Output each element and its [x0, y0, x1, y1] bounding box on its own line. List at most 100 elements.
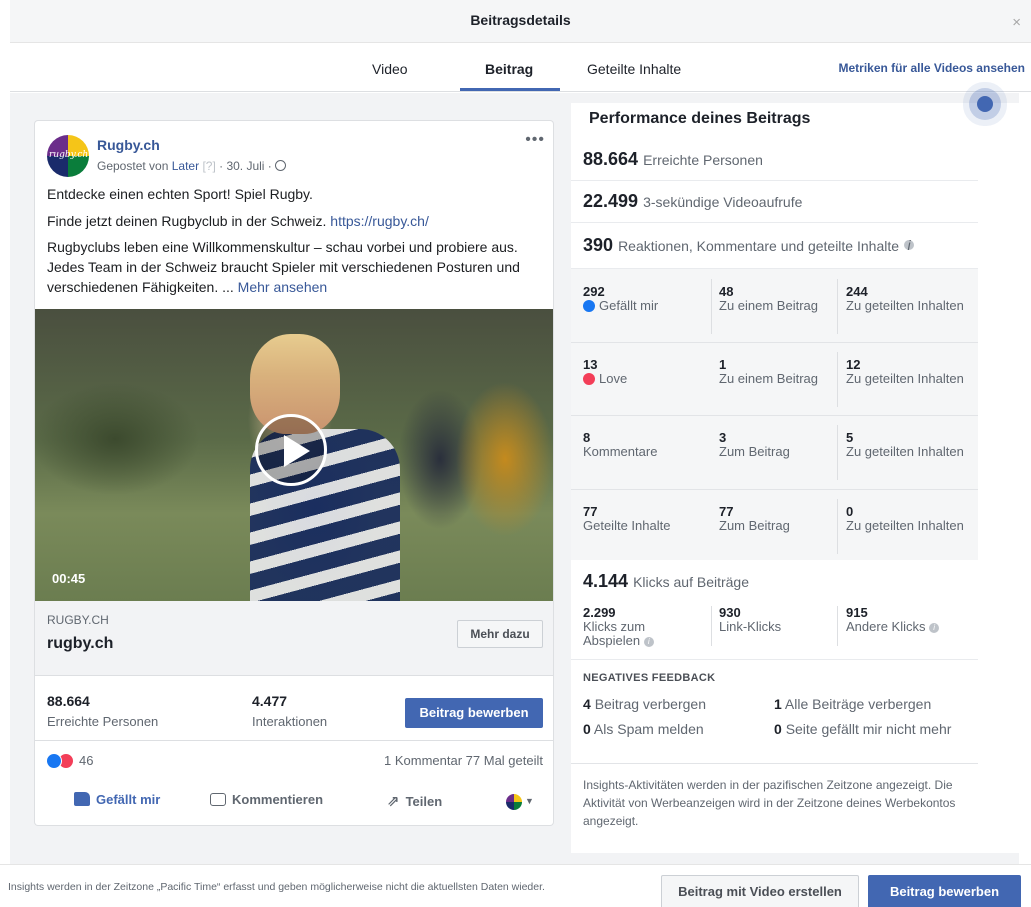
- shares-shares-label: Zu geteilten Inhalten: [846, 518, 964, 533]
- perf-clicks-label: Klicks auf Beiträge: [633, 574, 750, 590]
- comments-total-value: 8: [583, 430, 591, 445]
- clicks-row: 4.144 Klicks auf Beiträge: [571, 560, 978, 600]
- play-icon[interactable]: [255, 414, 327, 486]
- grid-divider: [837, 606, 838, 646]
- post-url-link[interactable]: https://rugby.ch/: [330, 213, 429, 229]
- meta-later-link[interactable]: Later: [172, 159, 199, 173]
- perf-clicks: 4.144 Klicks auf Beiträge: [583, 571, 749, 592]
- link-clicks-label: Link-Klicks: [719, 619, 782, 634]
- comments-shares-value: 5: [846, 430, 854, 445]
- grid-cell: 3 Zum Beitrag: [719, 431, 837, 459]
- link-domain: RUGBY.CH: [47, 613, 109, 627]
- share-button-label: Teilen: [405, 794, 443, 809]
- tab-beitrag[interactable]: Beitrag: [485, 61, 533, 77]
- negative-feedback-title: NEGATIVES FEEDBACK: [583, 672, 716, 684]
- learn-more-button[interactable]: Mehr dazu: [457, 620, 543, 648]
- footer-promote-button[interactable]: Beitrag bewerben: [868, 875, 1021, 907]
- reactions-row: 390 Reaktionen, Kommentare und geteilte …: [571, 223, 978, 269]
- video-player[interactable]: 00:45: [35, 309, 553, 601]
- love-total-value: 13: [583, 357, 598, 372]
- like-label-text: Gefällt mir: [599, 298, 659, 313]
- create-video-post-button[interactable]: Beitrag mit Video erstellen: [661, 875, 859, 907]
- tab-bar: Video Beitrag Geteilte Inhalte Metriken …: [10, 44, 1031, 92]
- like-button-label: Gefällt mir: [96, 792, 161, 807]
- post-meta: Gepostet von Later [?] · 30. Juli ·: [97, 159, 287, 173]
- tab-video[interactable]: Video: [372, 61, 408, 77]
- neg-unlike-page: 0 Seite gefällt mir nicht mehr: [774, 720, 964, 738]
- info-icon[interactable]: i: [643, 637, 654, 647]
- more-options-icon[interactable]: •••: [525, 131, 545, 149]
- post-actions: Gefällt mir Kommentieren ⇗ Teilen ▼: [35, 786, 553, 816]
- neg-hide-all-label: Alle Beiträge verbergen: [784, 696, 932, 712]
- page-selector-avatar[interactable]: [506, 794, 522, 810]
- post-preview-card: rugby.ch Rugby.ch Gepostet von Later [?]…: [35, 121, 553, 825]
- post-text-paragraph: Rugbyclubs leben eine Willkommenskultur …: [47, 237, 547, 297]
- shares-total-value: 77: [583, 504, 598, 519]
- comments-post-label: Zum Beitrag: [719, 444, 790, 459]
- grid-divider: [837, 499, 838, 554]
- grid-row-divider: [571, 415, 978, 416]
- share-icon: ⇗: [387, 793, 400, 810]
- metrics-all-videos-link[interactable]: Metriken für alle Videos ansehen: [838, 61, 1025, 75]
- post-text-line-2: Finde jetzt deinen Rugbyclub in der Schw…: [47, 211, 547, 231]
- love-label-text: Love: [599, 371, 628, 386]
- perf-views: 22.499 3-sekündige Videoaufrufe: [583, 191, 802, 212]
- link-preview[interactable]: RUGBY.CH rugby.ch Mehr dazu: [35, 601, 553, 676]
- grid-divider: [837, 279, 838, 334]
- shares-total-label: Geteilte Inhalte: [583, 518, 671, 533]
- grid-cell: 1 Zu einem Beitrag: [719, 358, 837, 386]
- meta-date: · 30. Juli ·: [219, 159, 272, 173]
- comment-button-label: Kommentieren: [232, 792, 324, 807]
- avatar-logo-text: rugby.ch: [49, 150, 89, 160]
- post-text-2: Finde jetzt deinen Rugbyclub in der Schw…: [47, 213, 327, 229]
- see-more-link[interactable]: Mehr ansehen: [238, 279, 328, 295]
- love-shares-value: 12: [846, 357, 861, 372]
- chevron-down-icon[interactable]: ▼: [525, 796, 534, 806]
- info-icon[interactable]: i: [929, 623, 940, 633]
- page-name-link[interactable]: Rugby.ch: [97, 137, 160, 153]
- globe-icon: [275, 160, 287, 171]
- promote-post-button[interactable]: Beitrag bewerben: [405, 698, 543, 728]
- neg-spam: 0 Als Spam melden: [583, 720, 704, 738]
- grid-row-divider: [571, 342, 978, 343]
- perf-reactions-value: 390: [583, 235, 614, 255]
- neg-hide-value: 4: [583, 696, 591, 712]
- clicks-breakdown: 2.299 Klicks zum Abspielen i 930 Link-Klic…: [571, 600, 978, 660]
- like-button[interactable]: Gefällt mir: [74, 792, 160, 807]
- other-clicks-label: Andere Klicks: [846, 619, 926, 634]
- reaction-count[interactable]: 46: [79, 753, 93, 768]
- grid-cell: 5 Zu geteilten Inhalten: [846, 431, 966, 459]
- neg-spam-value: 0: [583, 721, 591, 737]
- grid-row-divider: [571, 489, 978, 490]
- grid-cell: 244 Zu geteilten Inhalten: [846, 285, 966, 313]
- comments-post-value: 3: [719, 430, 727, 445]
- link-clicks-value: 930: [719, 605, 741, 620]
- neg-hide-all: 1 Alle Beiträge verbergen: [774, 695, 974, 713]
- grid-cell: 12 Zu geteilten Inhalten: [846, 358, 966, 386]
- reaction-summary: 46 1 Kommentar 77 Mal geteilt: [35, 740, 553, 780]
- comment-button[interactable]: Kommentieren: [210, 792, 323, 807]
- modal-footer: Insights werden in der Zeitzone „Pacific…: [0, 864, 1031, 907]
- section-divider: [571, 763, 978, 764]
- shares-post-value: 77: [719, 504, 734, 519]
- neg-spam-label: Als Spam melden: [593, 721, 704, 737]
- close-icon[interactable]: ×: [1012, 14, 1021, 31]
- neg-hide-post: 4 Beitrag verbergen: [583, 695, 706, 713]
- play-clicks-value: 2.299: [583, 605, 616, 620]
- meta-help[interactable]: [?]: [202, 159, 215, 173]
- info-icon[interactable]: i: [904, 238, 915, 252]
- grid-cell: 2.299 Klicks zum Abspielen i: [583, 606, 683, 648]
- grid-divider: [837, 425, 838, 480]
- grid-cell: 292 Gefällt mir: [583, 285, 708, 313]
- comments-shares-count[interactable]: 1 Kommentar 77 Mal geteilt: [384, 753, 543, 768]
- page-avatar[interactable]: rugby.ch: [47, 135, 89, 177]
- grid-divider: [837, 352, 838, 407]
- comment-icon: [210, 793, 226, 806]
- share-button[interactable]: ⇗ Teilen: [387, 792, 442, 810]
- views-row: 22.499 3-sekündige Videoaufrufe: [571, 181, 978, 223]
- footer-timezone-note: Insights werden in der Zeitzone „Pacific…: [8, 881, 545, 893]
- grid-cell: 930 Link-Klicks: [719, 606, 837, 634]
- timezone-note: Insights-Aktivitäten werden in der pazif…: [583, 778, 956, 828]
- active-tab-indicator: [460, 88, 560, 91]
- tab-geteilte-inhalte[interactable]: Geteilte Inhalte: [587, 61, 681, 77]
